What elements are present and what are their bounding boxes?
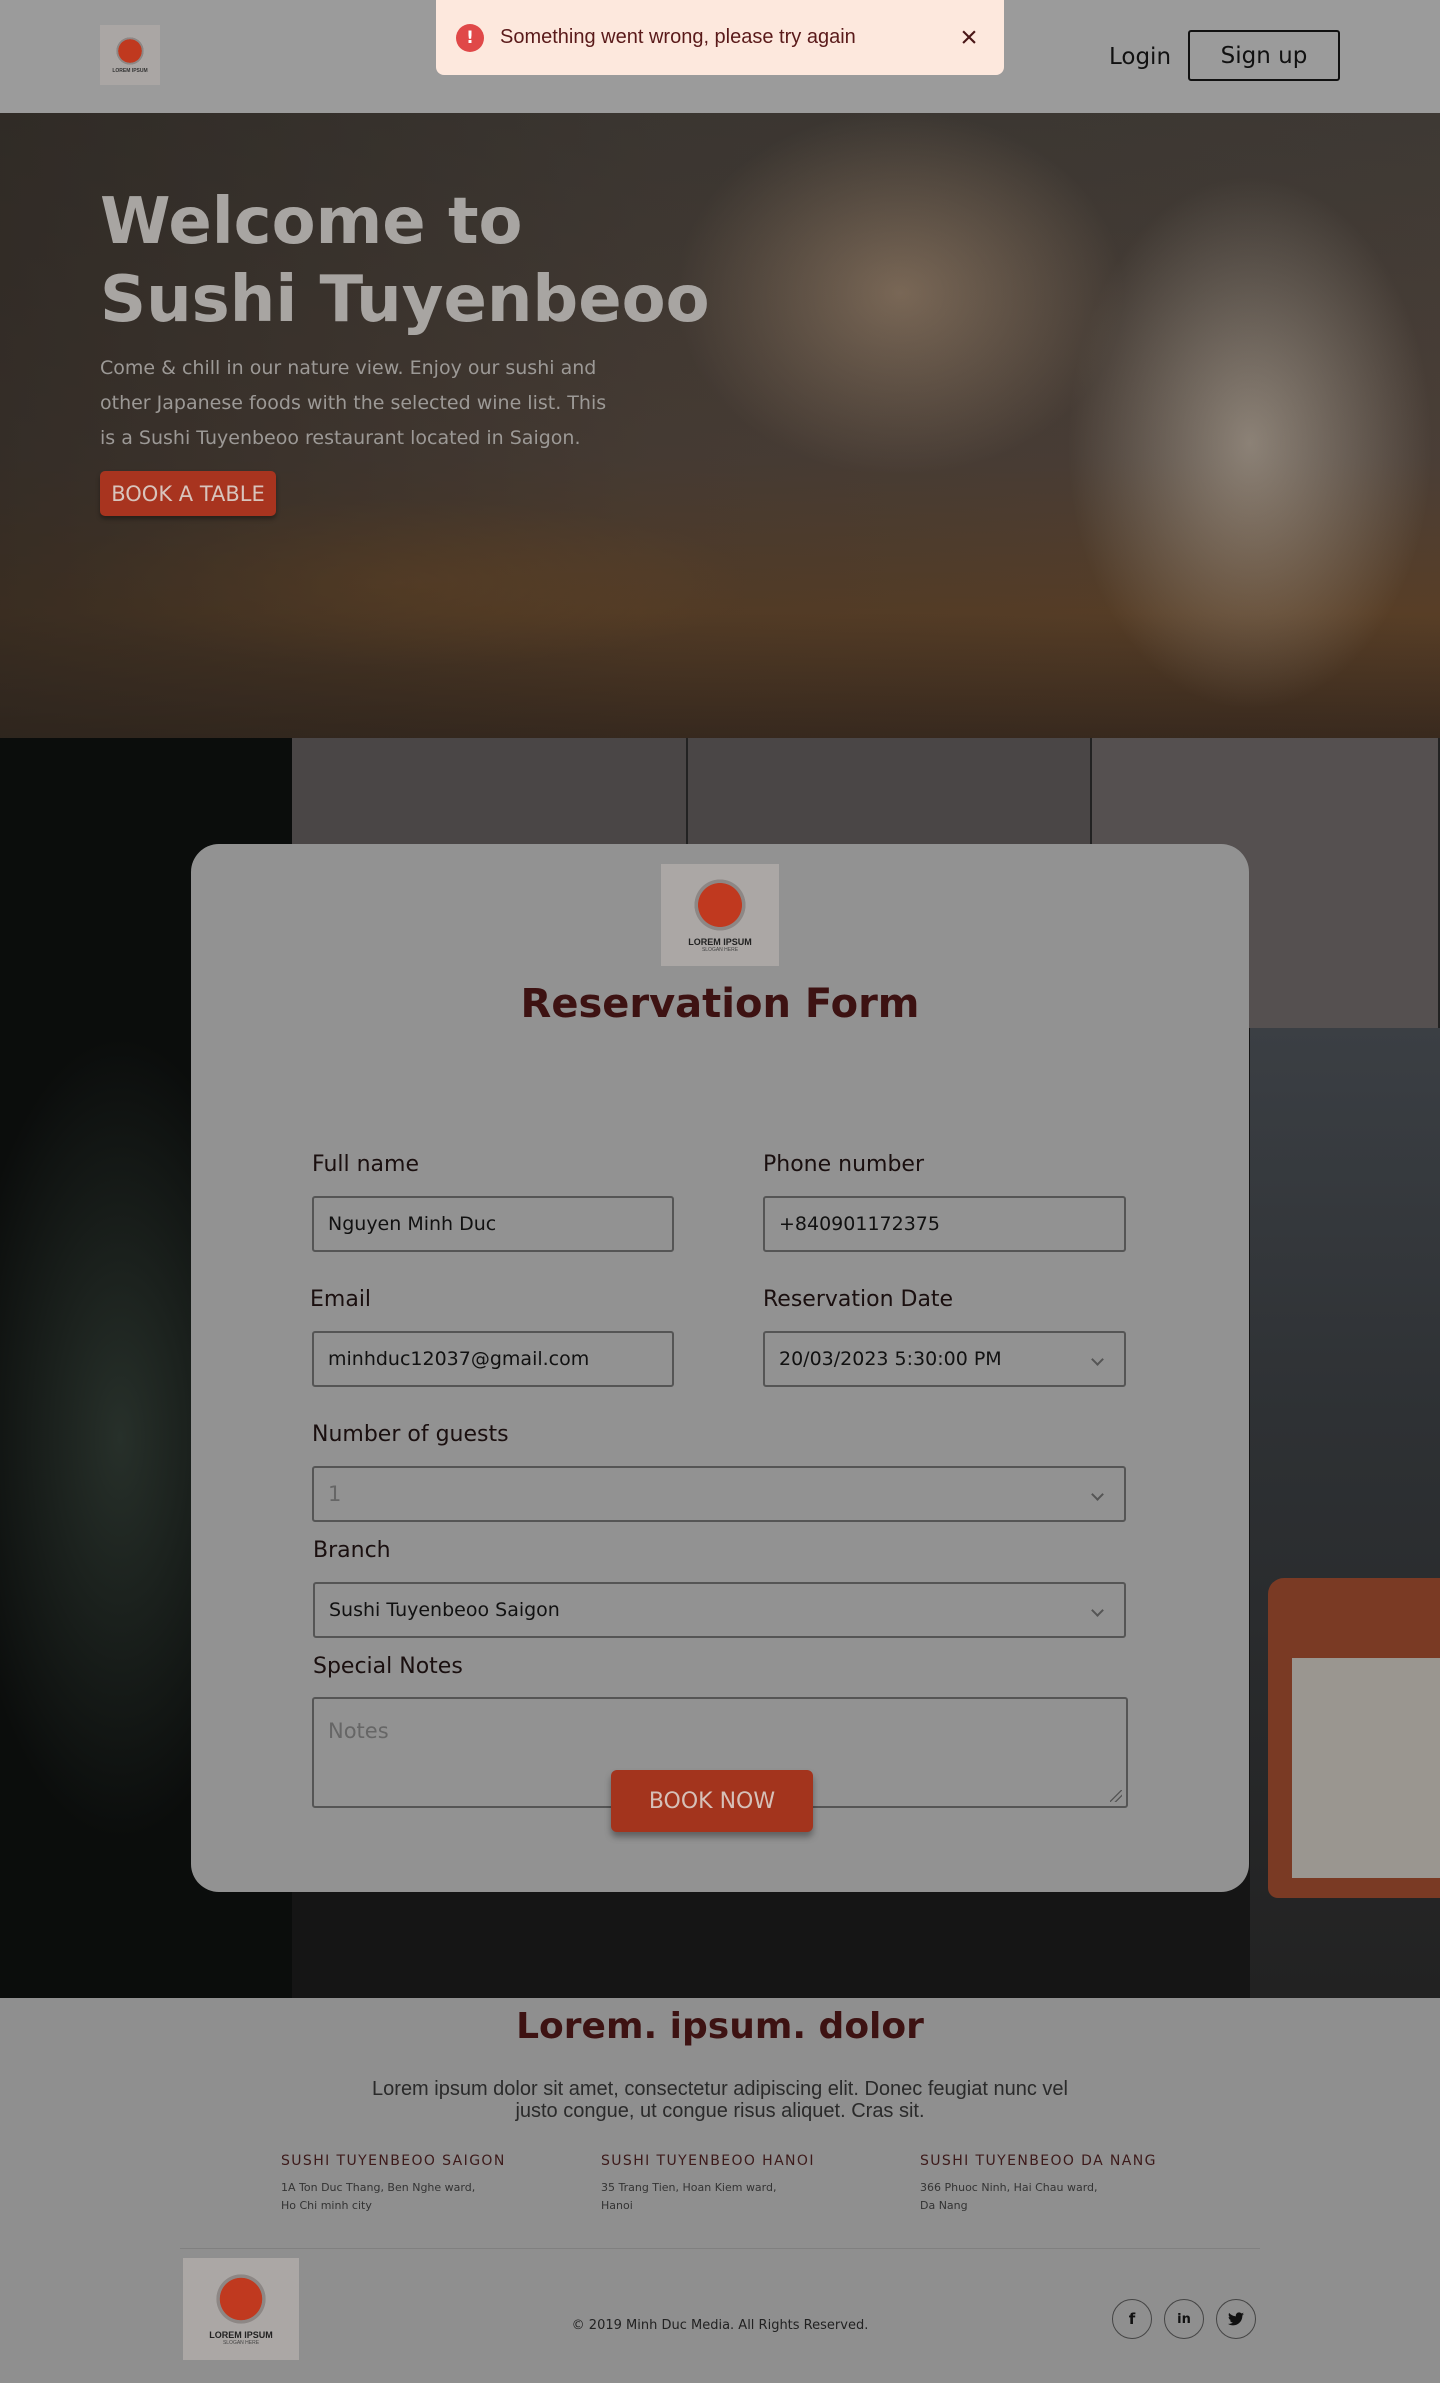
background-menu-paper [1292,1658,1440,1878]
branch-address: 35 Trang Tien, Hoan Kiem ward, Hanoi [601,2181,777,2212]
branch-select[interactable]: Sushi Tuyenbeoo Saigon [313,1582,1126,1638]
facebook-icon[interactable]: f [1112,2299,1152,2339]
resize-handle-icon[interactable] [1110,1790,1122,1802]
logo-slogan: SLOGAN HERE [222,2340,260,2346]
full-name-label: Full name [312,1152,420,1177]
copyright-text: © 2019 Minh Duc Media. All Rights Reserv… [571,2318,869,2333]
hero-title-line1: Welcome to [100,185,523,259]
toast-message: Something went wrong, please try again [500,26,856,48]
form-title: Reservation Form [520,981,920,1027]
logo-text: LOREM IPSUM [209,2330,273,2340]
error-toast: ! Something went wrong, please try again… [436,0,1004,75]
hero-title-line2: Sushi Tuyenbeoo [100,263,710,337]
branch-hanoi: SUSHI TUYENBEOO HANOI 35 Trang Tien, Hoa… [601,2153,881,2215]
logo-text: LOREM IPSUM [688,937,752,947]
guests-select[interactable]: 1 [312,1466,1126,1522]
book-a-table-button[interactable]: BOOK A TABLE [100,471,276,516]
full-name-field[interactable]: Nguyen Minh Duc [312,1196,674,1252]
reservation-form: LOREM IPSUM SLOGAN HERE Reservation Form… [191,844,1249,1892]
error-icon: ! [456,23,484,52]
branch-name: SUSHI TUYENBEOO DA NANG [920,2153,1157,2169]
logo-slogan: SLOGAN HERE [701,947,739,953]
branch-value: Sushi Tuyenbeoo Saigon [329,1599,560,1621]
logo-emblem-icon [214,2272,268,2326]
site-logo[interactable]: LOREM IPSUM [100,25,160,85]
form-logo: LOREM IPSUM SLOGAN HERE [661,864,779,966]
email-field[interactable]: minhduc12037@gmail.com [312,1331,674,1387]
phone-field[interactable]: +840901172375 [763,1196,1126,1252]
branch-address: 366 Phuoc Ninh, Hai Chau ward, Da Nang [920,2181,1098,2212]
special-notes-label: Special Notes [313,1654,463,1679]
close-icon[interactable]: × [954,22,984,53]
logo-emblem-icon [692,877,748,933]
logo-emblem-icon [115,36,145,66]
reservation-section: LOREM IPSUM SLOGAN HERE Reservation Form… [0,738,1440,1998]
guests-label: Number of guests [312,1422,509,1447]
signup-button[interactable]: Sign up [1188,30,1340,81]
email-label: Email [310,1287,372,1312]
branch-danang: SUSHI TUYENBEOO DA NANG 366 Phuoc Ninh, … [920,2153,1200,2215]
logo-text: LOREM IPSUM [112,68,148,74]
branch-saigon: SUSHI TUYENBEOO SAIGON 1A Ton Duc Thang,… [281,2153,561,2215]
twitter-icon[interactable] [1216,2299,1256,2339]
twitter-bird-icon [1228,2312,1244,2326]
branch-name: SUSHI TUYENBEOO HANOI [601,2153,815,2169]
hero-section: Welcome to Sushi Tuyenbeoo Come & chill … [0,113,1440,738]
full-name-value: Nguyen Minh Duc [328,1213,497,1235]
reservation-date-picker[interactable]: 20/03/2023 5:30:00 PM [763,1331,1126,1387]
footer-logo[interactable]: LOREM IPSUM SLOGAN HERE [183,2258,299,2360]
reservation-date-label: Reservation Date [763,1287,954,1312]
branch-address: 1A Ton Duc Thang, Ben Nghe ward, Ho Chi … [281,2181,476,2212]
phone-label: Phone number [763,1152,925,1177]
notes-placeholder: Notes [328,1719,389,1743]
footer-title: Lorem. ipsum. dolor [516,2006,924,2047]
reservation-date-value: 20/03/2023 5:30:00 PM [779,1348,1002,1370]
email-value: minhduc12037@gmail.com [328,1348,590,1370]
footer-divider [180,2248,1260,2249]
phone-value: +840901172375 [779,1213,940,1235]
branch-label: Branch [313,1538,391,1563]
linkedin-icon[interactable]: in [1164,2299,1204,2339]
login-button[interactable]: Login [1100,30,1180,84]
site-footer: Lorem. ipsum. dolor Lorem ipsum dolor si… [0,1998,1440,2383]
branch-name: SUSHI TUYENBEOO SAIGON [281,2153,506,2169]
book-now-button[interactable]: BOOK NOW [611,1770,813,1832]
hero-description: Come & chill in our nature view. Enjoy o… [100,357,607,449]
hero-title: Welcome to Sushi Tuyenbeoo [100,183,720,339]
guests-value: 1 [328,1482,342,1506]
footer-description: Lorem ipsum dolor sit amet, consectetur … [372,2078,1068,2122]
